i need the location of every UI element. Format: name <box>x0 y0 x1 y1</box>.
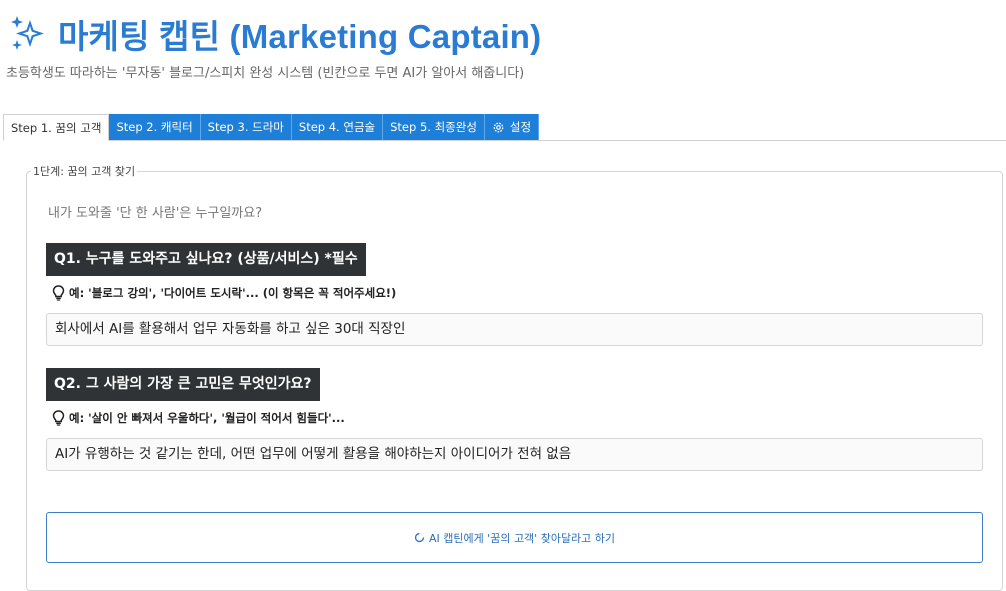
hint-text: 예: '블로그 강의', '다이어트 도시락'... (이 항목은 꼭 적어주세… <box>69 286 397 300</box>
action-label: AI 캡틴에게 '꿈의 고객' 찾아달라고 하기 <box>428 531 616 545</box>
hint-text: 예: '살이 안 빠져서 우울하다', '월급이 적어서 힘들다'... <box>69 411 345 425</box>
q2-answer-input[interactable]: AI가 유행하는 것 같기는 한데, 어떤 업무에 어떻게 활용을 해야하는지 … <box>46 438 983 471</box>
step-tabs: Step 1. 꿈의 고객 Step 2. 캐릭터 Step 3. 드라마 St… <box>3 114 1006 141</box>
tab-label: Step 2. 캐릭터 <box>116 120 193 134</box>
tab-step-5[interactable]: Step 5. 최종완성 <box>383 114 485 140</box>
panel-legend: 1단계: 꿈의 고객 찾기 <box>31 163 138 179</box>
panel-prompt: 내가 도와줄 '단 한 사람'은 누구일까요? <box>48 206 263 221</box>
q1-heading: Q1. 누구를 도와주고 싶나요? (상품/서비스) *필수 <box>46 243 366 276</box>
tab-step-2[interactable]: Step 2. 캐릭터 <box>109 114 201 140</box>
q2-hint: 예: '살이 안 빠져서 우울하다', '월급이 적어서 힘들다'... <box>52 410 345 426</box>
ai-find-customer-button[interactable]: AI 캡틴에게 '꿈의 고객' 찾아달라고 하기 <box>46 512 983 563</box>
lightbulb-icon <box>52 285 65 301</box>
lightbulb-icon <box>52 410 65 426</box>
app-header: 마케팅 캡틴 (Marketing Captain) <box>8 10 541 58</box>
q2-heading: Q2. 그 사람의 가장 큰 고민은 무엇인가요? <box>46 368 320 401</box>
app-subtitle: 초등학생도 따라하는 '무자동' 블로그/스피치 완성 시스템 (빈칸으로 두면… <box>6 66 525 81</box>
tab-label: Step 4. 연금술 <box>298 120 376 134</box>
tab-step-1[interactable]: Step 1. 꿈의 고객 <box>3 114 110 141</box>
tab-label: Step 1. 꿈의 고객 <box>11 120 102 135</box>
tab-settings[interactable]: 설정 <box>484 114 540 140</box>
tab-label: Step 5. 최종완성 <box>390 120 477 134</box>
gear-icon <box>493 122 504 132</box>
tab-step-3[interactable]: Step 3. 드라마 <box>200 114 292 140</box>
tab-label: 설정 <box>509 120 532 134</box>
q1-answer-input[interactable]: 회사에서 AI를 활용해서 업무 자동화를 하고 싶은 30대 직장인 <box>46 313 983 346</box>
tab-label: Step 3. 드라마 <box>207 120 284 134</box>
q1-hint: 예: '블로그 강의', '다이어트 도시락'... (이 항목은 꼭 적어주세… <box>52 285 396 301</box>
sparkles-icon <box>11 16 44 50</box>
tab-step-4[interactable]: Step 4. 연금술 <box>291 114 384 140</box>
app-title: 마케팅 캡틴 (Marketing Captain) <box>58 18 542 55</box>
spinner-icon <box>414 532 425 543</box>
